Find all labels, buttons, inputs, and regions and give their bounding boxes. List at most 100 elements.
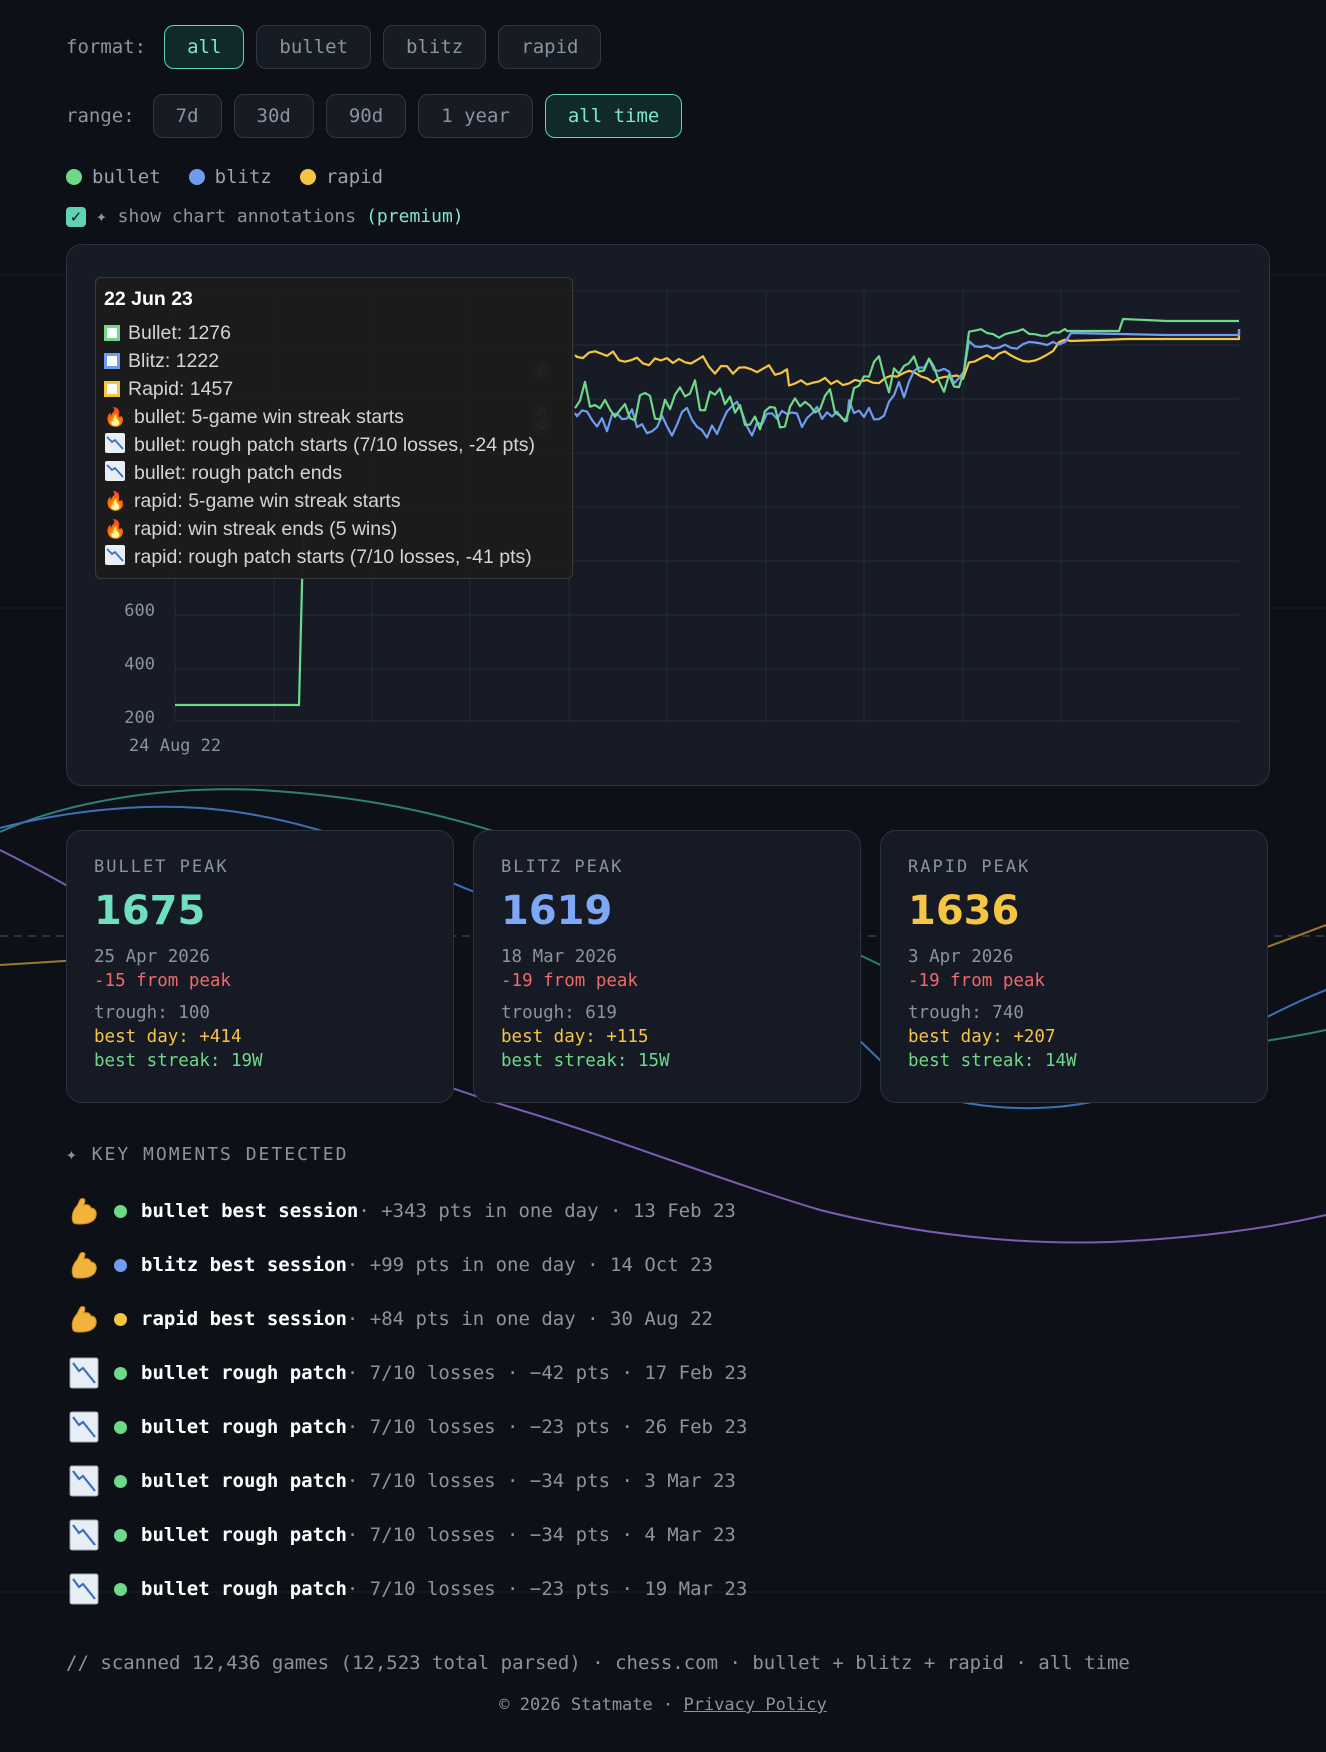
format-dot [114,1420,127,1434]
key-moment-item[interactable]: bullet rough patch · 7/10 losses · −34 p… [66,1508,747,1562]
legend-label-bullet: bullet [92,166,161,188]
key-moment-item[interactable]: rapid best session · +84 pts in one day … [66,1292,747,1346]
legend-item-bullet[interactable]: bullet [66,166,161,188]
format-pill-rapid[interactable]: rapid [498,25,602,69]
legend-item-rapid[interactable]: rapid [299,166,384,188]
y-tick-label: 600 [124,601,155,621]
tooltip-value-text: Bullet: 1276 [128,321,231,344]
tooltip-value-text: Blitz: 1222 [128,349,220,372]
key-moment-item[interactable]: bullet rough patch · 7/10 losses · −34 p… [66,1454,747,1508]
bullet-series-line [574,317,1239,431]
tooltip-date: 22 Jun 23 [104,288,193,310]
peak-value: 1636 [908,888,1020,934]
tooltip-value-text: Rapid: 1457 [128,377,234,400]
range-pill-all-time[interactable]: all time [544,94,683,138]
muscle-icon [66,1247,102,1283]
legend-label-blitz: blitz [214,166,272,188]
fire-icon: 🔥 [104,490,127,512]
rapid-peak-card: RAPID PEAK 1636 3 Apr 2026 -19 from peak… [880,830,1268,1103]
tooltip-event: 🔥 rapid: win streak ends (5 wins) [104,515,564,543]
peak-best-streak: best streak: 14W [908,1051,1077,1071]
tooltip-value-blitz: Blitz: 1222 [104,347,564,375]
key-moment-details: · +343 pts in one day · 13 Feb 23 [358,1200,736,1222]
format-filter-row: format: all bullet blitz rapid [66,25,602,69]
tooltip-swatch-blitz [104,353,120,369]
key-moment-item[interactable]: blitz best session · +99 pts in one day … [66,1238,747,1292]
key-moment-title: bullet rough patch [141,1578,347,1600]
peak-label: BULLET PEAK [94,857,229,877]
peak-date: 25 Apr 2026 [94,947,210,967]
key-moment-item[interactable]: bullet rough patch · 7/10 losses · −23 p… [66,1400,747,1454]
key-moment-title: rapid best session [141,1308,347,1330]
key-moment-item[interactable]: bullet best session · +343 pts in one da… [66,1184,747,1238]
tooltip-event-text: bullet: 5-game win streak starts [134,405,404,428]
peak-best-day: best day: +115 [501,1027,649,1047]
range-pill-90d[interactable]: 90d [325,94,407,138]
annotations-checkbox[interactable]: ✓ [66,206,86,227]
key-moment-details: · 7/10 losses · −42 pts · 17 Feb 23 [346,1362,748,1384]
range-pill-7d[interactable]: 7d [152,94,222,138]
key-moments-list: bullet best session · +343 pts in one da… [66,1184,747,1616]
y-tick-label: 200 [124,708,155,728]
range-pill-1-year[interactable]: 1 year [418,94,533,138]
format-pill-all[interactable]: all [164,25,245,69]
tooltip-event: 🔥 rapid: 5-game win streak starts [104,487,564,515]
key-moment-title: bullet rough patch [141,1470,347,1492]
key-moment-item[interactable]: bullet rough patch · 7/10 losses · −42 p… [66,1346,747,1400]
key-moments-heading: ✦ KEY MOMENTS DETECTED [66,1144,349,1165]
legend-label-rapid: rapid [325,166,384,188]
fire-icon: 🔥 [104,406,127,428]
key-moment-details: · 7/10 losses · −23 pts · 19 Mar 23 [346,1578,748,1600]
format-dot [114,1474,127,1488]
peak-label: BLITZ PEAK [501,857,624,877]
peak-delta: -15 from peak [94,971,231,991]
bullet-peak-card: BULLET PEAK 1675 25 Apr 2026 -15 from pe… [66,830,454,1103]
format-pill-bullet[interactable]: bullet [256,25,372,69]
muscle-icon [66,1301,102,1337]
privacy-policy-link[interactable]: Privacy Policy [683,1695,826,1715]
legend-dot-blitz [188,169,205,185]
key-moment-title: bullet rough patch [141,1524,347,1546]
key-moment-title: bullet rough patch [141,1362,347,1384]
legend-dot-bullet [66,169,82,185]
range-pill-30d[interactable]: 30d [233,94,314,138]
chart-down-icon [66,1463,102,1499]
x-tick-label: 24 Aug 22 [129,736,221,756]
peak-date: 3 Apr 2026 [908,947,1014,967]
tooltip-swatch-rapid [104,381,120,397]
peak-value: 1619 [501,888,613,934]
key-moment-title: blitz best session [141,1254,347,1276]
annotations-toggle[interactable]: ✓ ✦ show chart annotations (premium) [66,206,464,227]
format-pill-blitz[interactable]: blitz [383,25,487,69]
legend-item-blitz[interactable]: blitz [188,166,272,188]
tooltip-event-text: rapid: 5-game win streak starts [134,489,401,512]
range-label: range: [66,105,135,127]
tooltip-event-text: bullet: rough patch starts (7/10 losses,… [134,433,536,456]
key-moment-title: bullet best session [141,1200,359,1222]
chart-down-icon [104,544,126,570]
chart-down-icon [66,1517,102,1553]
format-dot [114,1582,127,1596]
key-moment-item[interactable]: bullet rough patch · 7/10 losses · −23 p… [66,1562,747,1616]
chart-down-icon [66,1409,102,1445]
y-tick-label: 400 [124,655,155,675]
peak-trough: trough: 100 [94,1003,210,1023]
peak-value: 1675 [94,888,206,934]
tooltip-event-text: rapid: win streak ends (5 wins) [134,517,398,540]
range-filter-row: range: 7d 30d 90d 1 year all time [66,94,683,138]
chart-tooltip: 22 Jun 23 Bullet: 1276 Blitz: 1222 Rapid… [95,277,573,579]
key-moment-details: · 7/10 losses · −34 pts · 4 Mar 23 [346,1524,736,1546]
muscle-icon [66,1193,102,1229]
peak-label: RAPID PEAK [908,857,1031,877]
chart-down-icon [104,460,126,486]
premium-badge[interactable]: (premium) [366,206,464,227]
chart-down-icon [66,1355,102,1391]
tooltip-event: 🔥 bullet: 5-game win streak starts [104,403,564,431]
peak-best-streak: best streak: 15W [501,1051,670,1071]
chart-legend: bullet blitz rapid [66,166,383,188]
format-dot [114,1528,127,1542]
legend-dot-rapid [299,169,316,185]
copyright: © 2026 Statmate · [499,1695,684,1715]
peak-date: 18 Mar 2026 [501,947,617,967]
peak-delta: -19 from peak [501,971,638,991]
